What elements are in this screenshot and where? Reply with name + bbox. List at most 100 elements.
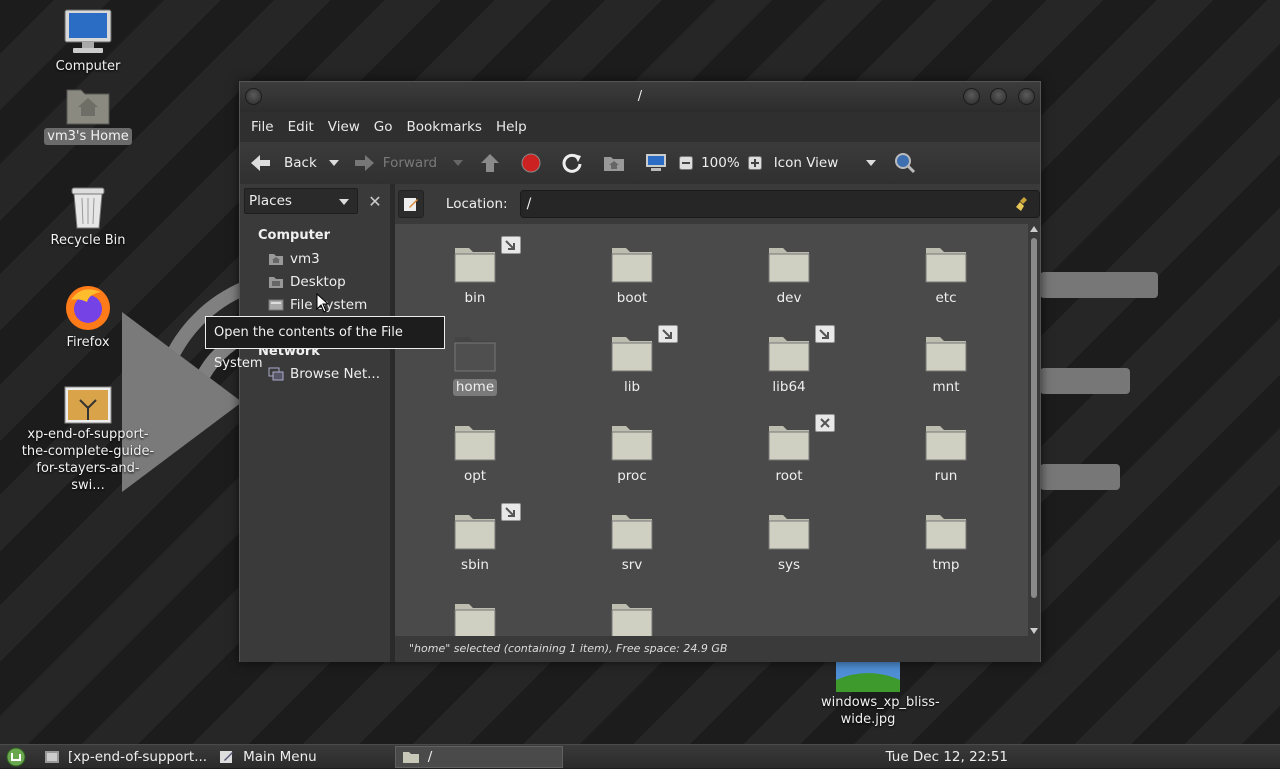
scroll-down-icon[interactable] — [1030, 628, 1038, 634]
sidebar-item-vm3[interactable]: vm3 — [268, 248, 320, 270]
image-file-icon — [836, 660, 900, 692]
close-icon: ✕ — [368, 191, 382, 211]
file-item[interactable]: bin — [415, 236, 535, 307]
file-item[interactable]: boot — [572, 244, 692, 307]
location-input[interactable]: / — [519, 190, 1040, 218]
zoom-out-icon — [679, 156, 694, 170]
file-item[interactable]: root — [729, 414, 849, 485]
search-button[interactable] — [894, 142, 916, 184]
taskbar-item-label: Main Menu — [243, 748, 317, 765]
zoom-in-button[interactable] — [747, 142, 762, 184]
maximize-button[interactable] — [990, 88, 1007, 105]
file-item[interactable]: run — [886, 422, 1006, 485]
symlink-emblem-icon — [658, 325, 678, 343]
close-button[interactable] — [1018, 88, 1035, 105]
desktop-icon-xp-guide[interactable]: xp-end-of-support-the-complete-guide-for… — [22, 386, 154, 494]
file-item[interactable]: etc — [886, 244, 1006, 307]
taskbar-item-main-menu[interactable]: Main Menu — [213, 746, 323, 768]
menu-go[interactable]: Go — [367, 112, 400, 142]
desktop-icon-recycle-bin[interactable]: Recycle Bin — [28, 184, 148, 249]
sidebar-item-desktop[interactable]: Desktop — [268, 271, 346, 293]
file-item[interactable]: sbin — [415, 503, 535, 574]
file-name: etc — [935, 290, 957, 306]
file-name: dev — [776, 290, 802, 306]
tooltip: Open the contents of the File System — [205, 316, 445, 371]
back-button[interactable]: Back — [248, 142, 317, 184]
location-label: Location: — [445, 196, 508, 212]
file-item[interactable]: lib — [572, 325, 692, 396]
desktop-icon-firefox[interactable]: Firefox — [28, 282, 148, 351]
stop-icon — [521, 153, 541, 173]
location-value: / — [526, 196, 532, 212]
file-name: lib — [623, 379, 641, 395]
file-item[interactable]: tmp — [886, 511, 1006, 574]
forward-history-dropdown[interactable] — [453, 142, 464, 184]
forward-button[interactable]: Forward — [353, 142, 437, 184]
zoom-level[interactable]: 100% — [701, 142, 740, 184]
sidebar-item-browse-network[interactable]: Browse Net... — [268, 363, 380, 385]
file-item[interactable]: proc — [572, 422, 692, 485]
file-item[interactable]: lib64 — [729, 325, 849, 396]
file-item[interactable]: opt — [415, 422, 535, 485]
file-name: boot — [616, 290, 648, 306]
reload-button[interactable] — [561, 142, 583, 184]
file-item[interactable]: dev — [729, 244, 849, 307]
file-item[interactable]: sys — [729, 511, 849, 574]
folder-icon — [454, 426, 496, 461]
clear-icon[interactable] — [1015, 196, 1031, 212]
window-title: / — [637, 89, 643, 104]
folder-icon — [611, 248, 653, 283]
start-menu-button[interactable] — [0, 746, 32, 768]
menu-edit[interactable]: Edit — [281, 112, 321, 142]
clock[interactable]: Tue Dec 12, 22:51 — [886, 745, 1008, 769]
toggle-location-button[interactable] — [398, 190, 424, 218]
menu-bookmarks[interactable]: Bookmarks — [400, 112, 489, 142]
chevron-down-icon — [328, 160, 339, 166]
image-file-icon — [64, 386, 112, 424]
vertical-scrollbar[interactable] — [1028, 224, 1040, 636]
view-mode-dropdown[interactable] — [865, 142, 876, 184]
menu-file[interactable]: File — [244, 112, 281, 142]
folder-icon — [611, 337, 653, 372]
window-menu-button[interactable] — [245, 88, 262, 105]
desktop-icon-home[interactable]: vm3's Home — [28, 84, 148, 145]
file-item[interactable] — [415, 600, 535, 636]
menu-help[interactable]: Help — [489, 112, 534, 142]
desktop-icon-computer[interactable]: Computer — [28, 8, 148, 75]
desktop-icon-bliss[interactable]: windows_xp_bliss-wide.jpg — [808, 660, 940, 728]
scrollbar-thumb[interactable] — [1031, 238, 1037, 598]
scroll-up-icon[interactable] — [1030, 226, 1038, 232]
image-viewer-icon — [45, 750, 59, 763]
file-icon-view[interactable]: bin boot dev etc home lib lib64 mnt opt proc root r… — [395, 224, 1028, 636]
wallpaper-logo-bar — [1040, 464, 1120, 490]
minimize-button[interactable] — [963, 88, 980, 105]
reload-icon — [562, 153, 582, 173]
file-item[interactable]: mnt — [886, 333, 1006, 396]
sidebar-item-label: vm3 — [290, 251, 320, 267]
window-titlebar[interactable]: / — [240, 82, 1040, 112]
back-history-dropdown[interactable] — [328, 142, 339, 184]
close-sidebar-button[interactable]: ✕ — [364, 188, 386, 214]
stop-button[interactable] — [521, 142, 541, 184]
folder-icon — [611, 604, 653, 636]
places-select[interactable]: Places — [244, 188, 358, 214]
taskbar-item-xp-guide[interactable]: [xp-end-of-support... — [38, 746, 213, 768]
file-item[interactable]: srv — [572, 511, 692, 574]
file-item[interactable] — [572, 600, 692, 636]
taskbar: [xp-end-of-support... Main Menu / Tue De… — [0, 744, 1280, 768]
menu-view[interactable]: View — [321, 112, 367, 142]
zoom-out-button[interactable] — [679, 142, 694, 184]
home-button[interactable] — [603, 142, 625, 184]
view-mode-select[interactable]: Icon View — [774, 142, 860, 184]
computer-button[interactable] — [645, 142, 667, 184]
file-name: tmp — [932, 557, 960, 573]
places-select-label: Places — [249, 193, 292, 209]
mouse-cursor-icon — [316, 293, 330, 313]
file-name: mnt — [932, 379, 960, 395]
desktop-icon-label: windows_xp_bliss-wide.jpg — [821, 695, 940, 727]
wallpaper-logo-bar — [1040, 368, 1130, 394]
toolbar: Back Forward 100% Icon View — [240, 142, 1040, 184]
up-button[interactable] — [479, 142, 501, 184]
taskbar-item-file-manager[interactable]: / — [394, 745, 563, 768]
file-name: run — [934, 468, 958, 484]
